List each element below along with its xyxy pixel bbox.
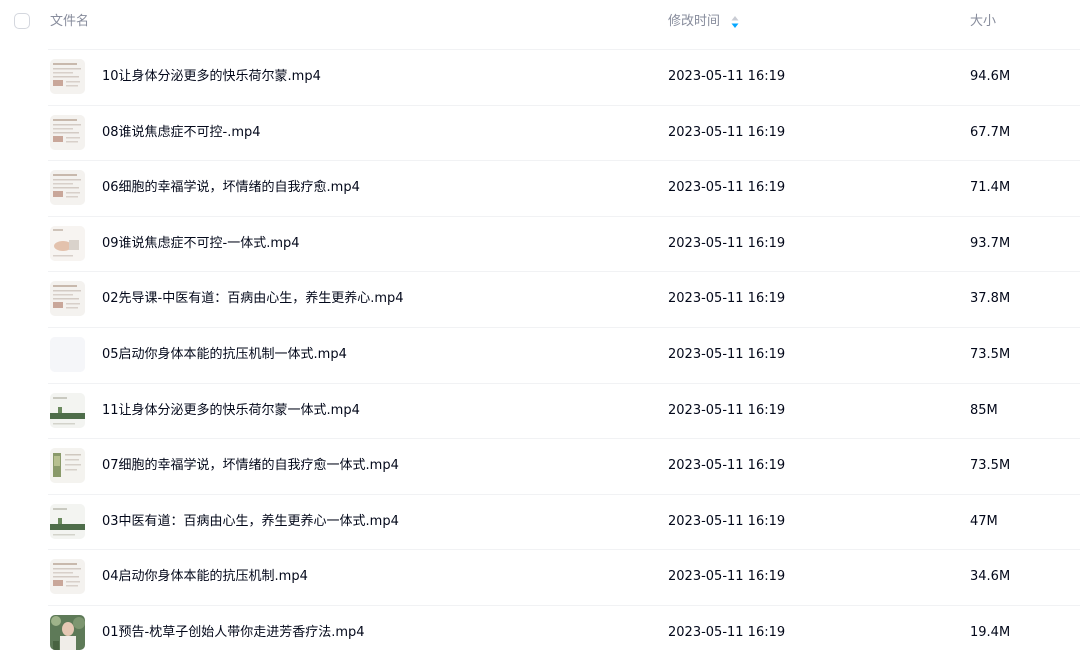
- file-row[interactable]: 10让身体分泌更多的快乐荷尔蒙.mp4 2023-05-11 16:19 94.6M: [48, 49, 1080, 104]
- file-modified-time: 2023-05-11 16:19: [668, 347, 786, 362]
- video-thumbnail[interactable]: [50, 503, 85, 539]
- file-modified-time: 2023-05-11 16:19: [668, 235, 786, 251]
- video-thumbnail[interactable]: [50, 337, 85, 372]
- video-thumbnail[interactable]: [50, 392, 85, 428]
- file-modified-time: 2023-05-11 16:19: [668, 625, 786, 640]
- video-thumbnail[interactable]: [50, 615, 85, 650]
- file-list-header: 文件名 修改时间 大小: [0, 0, 1080, 44]
- file-name[interactable]: 10让身体分泌更多的快乐荷尔蒙.mp4: [102, 68, 321, 85]
- file-row[interactable]: 11让身体分泌更多的快乐荷尔蒙一体式.mp4 2023-05-11 16:19 85…: [48, 382, 1080, 438]
- file-name[interactable]: 04启动你身体本能的抗压机制.mp4: [102, 568, 308, 585]
- file-name[interactable]: 09谁说焦虑症不可控-一体式.mp4: [102, 235, 300, 252]
- file-row[interactable]: 09谁说焦虑症不可控-一体式.mp4 2023-05-11 16:19 93.7M: [48, 215, 1080, 271]
- video-thumbnail[interactable]: [50, 170, 85, 206]
- file-name[interactable]: 08谁说焦虑症不可控-.mp4: [102, 124, 261, 141]
- file-modified-time: 2023-05-11 16:19: [668, 291, 786, 307]
- video-thumbnail[interactable]: [50, 114, 85, 150]
- file-row[interactable]: 03中医有道：百病由心生，养生更养心一体式.mp4 2023-05-11 16:1…: [48, 493, 1080, 549]
- video-thumbnail[interactable]: [50, 559, 85, 595]
- video-thumbnail[interactable]: [50, 59, 85, 94]
- file-modified-time: 2023-05-11 16:19: [668, 124, 786, 140]
- sort-desc-icon[interactable]: [731, 15, 739, 29]
- file-size: 37.8M: [970, 291, 1011, 307]
- file-size: 34.6M: [970, 569, 1011, 585]
- file-row[interactable]: 08谁说焦虑症不可控-.mp4 2023-05-11 16:19 67.7M: [48, 104, 1080, 160]
- file-row[interactable]: 02先导课-中医有道：百病由心生，养生更养心.mp4 2023-05-11 16:…: [48, 271, 1080, 326]
- file-row[interactable]: 07细胞的幸福学说，坏情绪的自我疗愈一体式.mp4 2023-05-11 16:1…: [48, 438, 1080, 493]
- file-name[interactable]: 01预告-枕草子创始人带你走进芳香疗法.mp4: [102, 624, 365, 641]
- file-size: 73.5M: [970, 347, 1011, 362]
- column-header-name[interactable]: 文件名: [50, 13, 89, 30]
- file-size: 93.7M: [970, 235, 1011, 251]
- file-row[interactable]: 01预告-枕草子创始人带你走进芳香疗法.mp4 2023-05-11 16:19 1…: [48, 605, 1080, 660]
- video-thumbnail[interactable]: [50, 448, 85, 484]
- file-size: 47M: [970, 513, 998, 529]
- file-name[interactable]: 06细胞的幸福学说，坏情绪的自我疗愈.mp4: [102, 179, 360, 196]
- column-header-size[interactable]: 大小: [970, 13, 996, 30]
- file-name[interactable]: 02先导课-中医有道：百病由心生，养生更养心.mp4: [102, 290, 404, 307]
- file-name[interactable]: 03中医有道：百病由心生，养生更养心一体式.mp4: [102, 513, 399, 530]
- column-header-modified[interactable]: 修改时间: [668, 13, 720, 30]
- video-thumbnail[interactable]: [50, 225, 85, 261]
- file-modified-time: 2023-05-11 16:19: [668, 513, 786, 529]
- file-modified-time: 2023-05-11 16:19: [668, 402, 786, 418]
- file-size: 71.4M: [970, 180, 1011, 196]
- select-all-checkbox[interactable]: [14, 13, 30, 29]
- file-name[interactable]: 11让身体分泌更多的快乐荷尔蒙一体式.mp4: [102, 402, 360, 419]
- file-modified-time: 2023-05-11 16:19: [668, 69, 786, 84]
- file-size: 94.6M: [970, 69, 1011, 84]
- file-name[interactable]: 07细胞的幸福学说，坏情绪的自我疗愈一体式.mp4: [102, 457, 399, 474]
- video-thumbnail[interactable]: [50, 281, 85, 317]
- file-size: 73.5M: [970, 458, 1011, 474]
- file-list: 文件名 修改时间 大小 10让身体分泌更多的快乐荷尔蒙.mp4 2023-05-1…: [0, 0, 1080, 669]
- file-row[interactable]: 04启动你身体本能的抗压机制.mp4 2023-05-11 16:19 34.6M: [48, 549, 1080, 604]
- file-modified-time: 2023-05-11 16:19: [668, 569, 786, 585]
- file-row[interactable]: 06细胞的幸福学说，坏情绪的自我疗愈.mp4 2023-05-11 16:19 71…: [48, 160, 1080, 215]
- file-size: 85M: [970, 402, 998, 418]
- file-modified-time: 2023-05-11 16:19: [668, 180, 786, 196]
- file-name[interactable]: 05启动你身体本能的抗压机制一体式.mp4: [102, 346, 347, 363]
- file-size: 67.7M: [970, 124, 1011, 140]
- file-size: 19.4M: [970, 625, 1011, 640]
- file-row[interactable]: 05启动你身体本能的抗压机制一体式.mp4 2023-05-11 16:19 73.…: [48, 327, 1080, 382]
- file-modified-time: 2023-05-11 16:19: [668, 458, 786, 474]
